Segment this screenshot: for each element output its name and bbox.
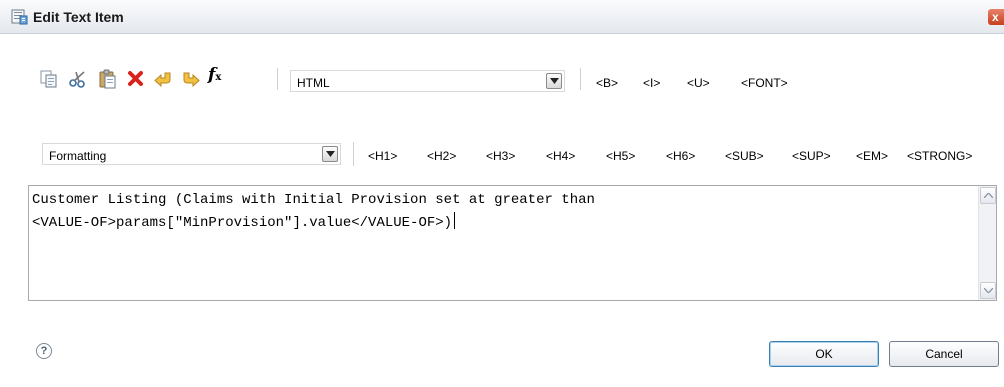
scroll-down-icon[interactable] [980,282,996,299]
tag-font[interactable]: <FONT> [741,76,788,90]
function-icon[interactable]: fx [208,65,234,87]
formatting-select[interactable]: Formatting [42,143,341,165]
copy-icon[interactable] [38,68,60,90]
close-icon[interactable]: x [988,9,1004,25]
tag-h1[interactable]: <H1> [368,149,397,163]
edit-text-item-icon [11,8,28,25]
editing-toolbar: fx HTML <B> <I> <U> <FONT> [0,62,1004,96]
text-editor[interactable]: Customer Listing (Claims with Initial Pr… [28,185,997,301]
cancel-button[interactable]: Cancel [889,341,999,367]
format-select-value: HTML [297,76,330,90]
title-bar: Edit Text Item x [0,0,1004,34]
delete-icon[interactable] [125,68,147,90]
tag-sub[interactable]: <SUB> [725,149,764,163]
tag-sup[interactable]: <SUP> [792,149,831,163]
tag-h3[interactable]: <H3> [486,149,515,163]
ok-button[interactable]: OK [769,341,879,367]
tag-h4[interactable]: <H4> [546,149,575,163]
text-caret [454,212,456,229]
paste-icon[interactable] [97,68,119,90]
formatting-select-value: Formatting [49,149,107,163]
redo-icon[interactable] [180,68,202,90]
toolbar-separator [580,68,581,90]
undo-icon[interactable] [152,68,174,90]
vertical-scrollbar[interactable] [978,186,996,300]
scroll-up-icon[interactable] [980,187,996,204]
dialog-title: Edit Text Item [33,9,124,25]
tag-em[interactable]: <EM> [856,149,888,163]
editor-line: Customer Listing (Claims with Initial Pr… [32,192,595,208]
tag-h5[interactable]: <H5> [606,149,635,163]
chevron-down-icon[interactable] [546,73,562,89]
tag-h2[interactable]: <H2> [427,149,456,163]
chevron-down-icon[interactable] [322,146,338,162]
tag-strong[interactable]: <STRONG> [907,149,972,163]
edit-text-item-dialog: Edit Text Item x fx HTML <B> <I> <U> <FO… [0,0,1004,387]
tag-h6[interactable]: <H6> [666,149,695,163]
editor-line: <VALUE-OF>params["MinProvision"].value</… [32,215,453,231]
cut-icon[interactable] [67,68,89,90]
editor-content[interactable]: Customer Listing (Claims with Initial Pr… [32,189,967,235]
function-glyph-sub: x [215,72,222,83]
tag-bold[interactable]: <B> [596,76,618,90]
tag-underline[interactable]: <U> [687,76,710,90]
format-select[interactable]: HTML [290,70,565,92]
help-icon[interactable]: ? [36,343,52,359]
toolbar-separator [277,68,278,90]
tag-italic[interactable]: <I> [643,76,660,90]
toolbar-separator [353,142,354,166]
